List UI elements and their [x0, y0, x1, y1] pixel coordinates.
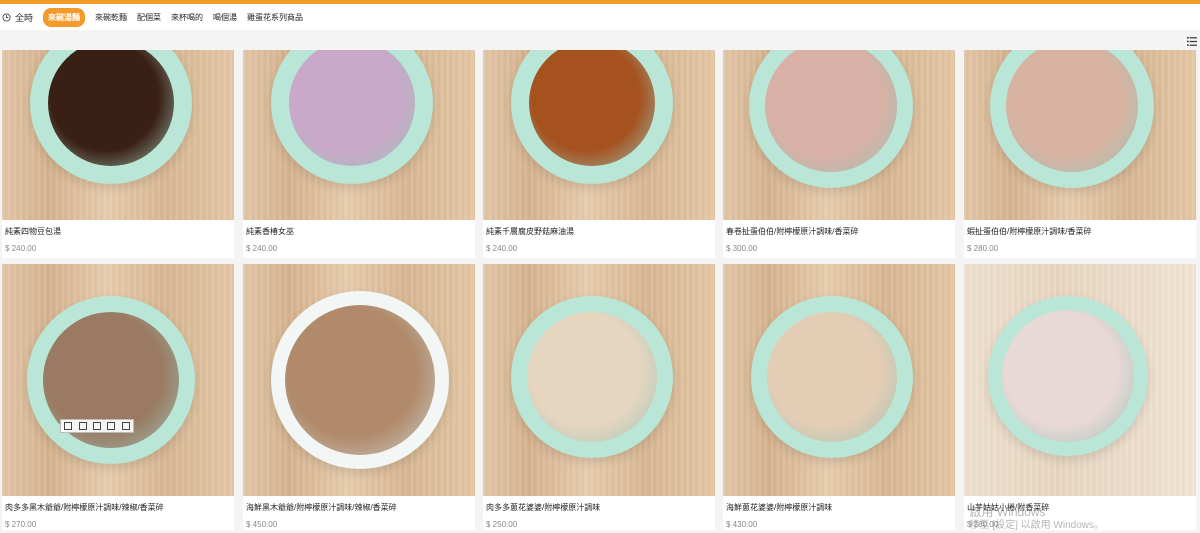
nav-tab-side-dishes[interactable]: 配個菜: [137, 12, 161, 23]
product-name: 海鮮黑木爺爺/附檸檬原汁調味/辣椒/香菜碎: [246, 503, 397, 512]
image-tool-icon[interactable]: [78, 422, 87, 430]
product-photo: [483, 264, 715, 496]
product-card[interactable]: 純素千層腐皮野菇麻油湯 $ 240.00: [483, 50, 715, 258]
product-name: 純素四物豆包湯: [5, 227, 61, 236]
nav-tab-egg-flower-series[interactable]: 雞蛋花系列商品: [247, 12, 303, 23]
image-tool-icon[interactable]: [64, 422, 73, 430]
product-card[interactable]: 海鮮蔥花婆婆/附檸檬原汁調味 $ 430.00: [723, 264, 955, 530]
product-price: $ 300.00: [726, 244, 758, 253]
product-photo: [2, 50, 234, 220]
product-price: $ 240.00: [5, 244, 37, 253]
product-price: $ 240.00: [486, 244, 518, 253]
watermark-subtitle: 移至 [設定] 以啟用 Windows。: [969, 520, 1104, 531]
time-filter[interactable]: 全時: [2, 4, 33, 30]
product-photo: [2, 264, 234, 496]
product-card[interactable]: 山芋姑姑小捲/附香菜碎 $ 280.00: [964, 264, 1196, 530]
product-photo: [483, 50, 715, 220]
product-photo: [964, 264, 1196, 496]
image-toolbar[interactable]: [60, 419, 134, 433]
windows-activation-watermark: 啟用 Windows 移至 [設定] 以啟用 Windows。: [970, 505, 1104, 533]
nav-tab-drinks[interactable]: 來杯喝的: [171, 12, 203, 23]
product-grid: 純素四物豆包湯 $ 240.00 純素香椿女巫 $ 240.00 純素千層腐皮野…: [2, 50, 1200, 530]
image-tool-icon[interactable]: [107, 422, 116, 430]
product-name: 純素香椿女巫: [246, 227, 294, 236]
product-photo: [243, 50, 475, 220]
category-nav: 全時 來碗湯麵 來碗乾麵 配個菜 來杯喝的 喝個湯 雞蛋花系列商品: [0, 4, 1200, 30]
product-card[interactable]: 肉多多蔥花婆婆/附檸檬原汁調味 $ 250.00: [483, 264, 715, 530]
product-card[interactable]: 春卷扯蛋伯伯/附檸檬原汁調味/香菜碎 $ 300.00: [723, 50, 955, 258]
product-card[interactable]: 蝦扯蛋伯伯/附檸檬原汁調味/香菜碎 $ 280.00: [964, 50, 1196, 258]
product-name: 春卷扯蛋伯伯/附檸檬原汁調味/香菜碎: [726, 227, 859, 236]
product-photo: [243, 264, 475, 496]
product-price: $ 250.00: [486, 520, 518, 529]
nav-tab-soups[interactable]: 喝個湯: [213, 12, 237, 23]
product-card[interactable]: 純素四物豆包湯 $ 240.00: [2, 50, 234, 258]
image-tool-icon[interactable]: [121, 422, 130, 430]
nav-tab-soup-noodles[interactable]: 來碗湯麵: [43, 7, 86, 27]
image-tool-icon[interactable]: [92, 422, 101, 430]
clock-icon: [2, 12, 11, 22]
product-photo: [723, 264, 955, 496]
product-price: $ 270.00: [5, 520, 37, 529]
product-name: 肉多多蔥花婆婆/附檸檬原汁調味: [486, 503, 601, 512]
product-card[interactable]: 純素香椿女巫 $ 240.00: [243, 50, 475, 258]
product-price: $ 450.00: [246, 520, 278, 529]
watermark-title: 啟用 Windows: [969, 505, 1046, 519]
product-name: 肉多多黑木爺爺/附檸檬原汁調味/辣椒/香菜碎: [5, 503, 164, 512]
product-price: $ 240.00: [246, 244, 278, 253]
product-name: 蝦扯蛋伯伯/附檸檬原汁調味/香菜碎: [967, 227, 1092, 236]
product-photo: [723, 50, 955, 220]
product-card[interactable]: 海鮮黑木爺爺/附檸檬原汁調味/辣椒/香菜碎 $ 450.00: [243, 264, 475, 530]
product-photo: [964, 50, 1196, 220]
product-name: 純素千層腐皮野菇麻油湯: [486, 227, 574, 236]
product-card[interactable]: 肉多多黑木爺爺/附檸檬原汁調味/辣椒/香菜碎 $ 270.00: [2, 264, 234, 530]
nav-tab-dry-noodles[interactable]: 來碗乾麵: [95, 12, 127, 23]
list-view-icon[interactable]: [1187, 37, 1197, 46]
product-price: $ 280.00: [967, 244, 999, 253]
product-name: 海鮮蔥花婆婆/附檸檬原汁調味: [726, 503, 833, 512]
product-price: $ 430.00: [726, 520, 758, 529]
time-filter-label: 全時: [15, 12, 34, 23]
view-options-bar: [0, 30, 1200, 50]
